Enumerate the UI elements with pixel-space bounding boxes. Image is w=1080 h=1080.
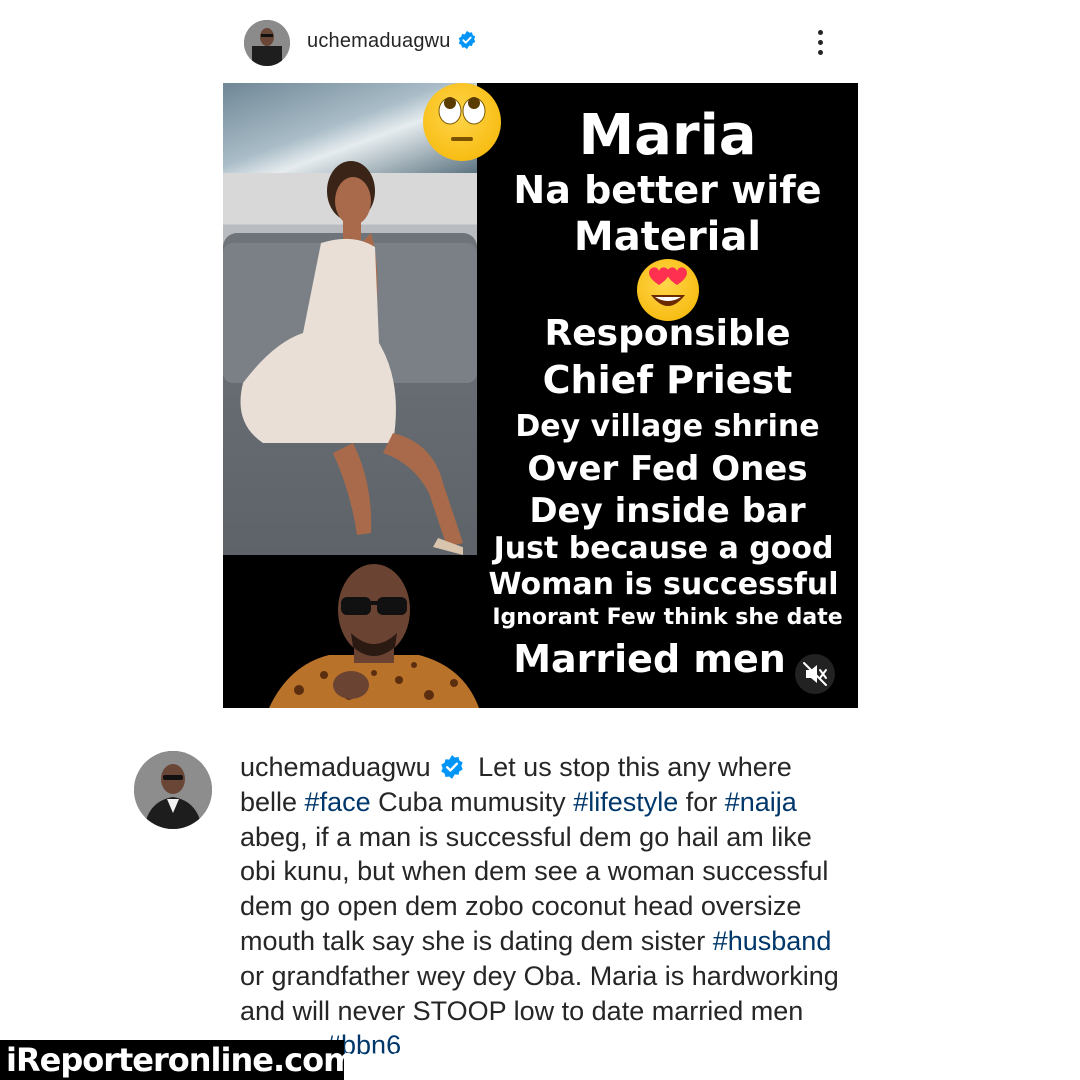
media-line: Married men bbox=[513, 637, 786, 681]
post-media[interactable]: Maria Na better wife Material Responsibl… bbox=[223, 83, 858, 708]
caption-line: belle #face Cuba mumusity #lifestyle for… bbox=[240, 785, 940, 820]
hashtag-link[interactable]: #husband bbox=[713, 926, 832, 956]
username[interactable]: uchemaduagwu bbox=[307, 30, 477, 53]
speaker-muted-icon bbox=[803, 662, 827, 686]
more-vertical-icon bbox=[818, 30, 823, 35]
woman-figure bbox=[240, 161, 463, 555]
caption-line: mouth talk say she is dating dem sister … bbox=[240, 924, 940, 959]
verified-badge-icon bbox=[458, 30, 475, 50]
media-line: Material bbox=[573, 214, 762, 260]
caption-text: Let us stop this any where bbox=[470, 752, 792, 782]
caption-text: Cuba mumusity bbox=[370, 786, 574, 817]
hashtag-link[interactable]: #face bbox=[305, 787, 371, 817]
caption-text: mouth talk say she is dating dem sister bbox=[240, 925, 713, 956]
caption-text: for bbox=[678, 786, 725, 817]
media-line: Over Fed Ones bbox=[527, 449, 808, 489]
avatar[interactable] bbox=[244, 20, 290, 66]
media-line: Ignorant Few think she date bbox=[492, 605, 843, 630]
media-line: Dey inside bar bbox=[529, 491, 806, 531]
caption-line: or grandfather wey dey Oba. Maria is har… bbox=[240, 960, 839, 991]
media-line: Responsible bbox=[544, 313, 791, 354]
caption-line: obi kunu, but when dem see a woman succe… bbox=[240, 856, 829, 887]
more-dot bbox=[818, 50, 823, 55]
username-text[interactable]: uchemaduagwu bbox=[307, 30, 451, 52]
caption-line: dem go open dem zobo coconut head oversi… bbox=[240, 891, 802, 922]
caption-line: uchemaduagwu Let us stop this any where bbox=[240, 750, 940, 785]
media-line: Na better wife bbox=[513, 168, 822, 212]
media-line: Dey village shrine bbox=[515, 409, 820, 444]
caption-line: abeg, if a man is successful dem go hail… bbox=[240, 821, 812, 852]
post-caption: uchemaduagwu Let us stop this any where … bbox=[240, 750, 940, 1063]
post-header: uchemaduagwu bbox=[240, 18, 840, 68]
media-line: Woman is successful bbox=[488, 567, 839, 602]
caption-username[interactable]: uchemaduagwu bbox=[240, 752, 431, 782]
more-options-button[interactable] bbox=[810, 26, 830, 60]
more-dot bbox=[818, 40, 823, 45]
media-line: Chief Priest bbox=[542, 358, 793, 402]
caption-text: belle bbox=[240, 786, 305, 817]
verified-badge-icon bbox=[440, 755, 463, 779]
media-text-overlay: Maria Na better wife Material Responsibl… bbox=[477, 83, 858, 708]
mute-toggle-button[interactable] bbox=[795, 654, 835, 694]
watermark-text: iReporteronline.com.ng bbox=[6, 1041, 411, 1079]
watermark: iReporteronline.com.ng bbox=[0, 1040, 411, 1080]
photo-man-in-sunglasses bbox=[269, 555, 479, 708]
media-line: Just because a good bbox=[493, 531, 834, 566]
caption-line: and will never STOOP low to date married… bbox=[240, 995, 804, 1026]
hashtag-link[interactable]: #lifestyle bbox=[573, 787, 678, 817]
hashtag-link[interactable]: #naija bbox=[725, 787, 797, 817]
media-line: Maria bbox=[578, 103, 757, 168]
caption-avatar[interactable] bbox=[134, 751, 212, 829]
